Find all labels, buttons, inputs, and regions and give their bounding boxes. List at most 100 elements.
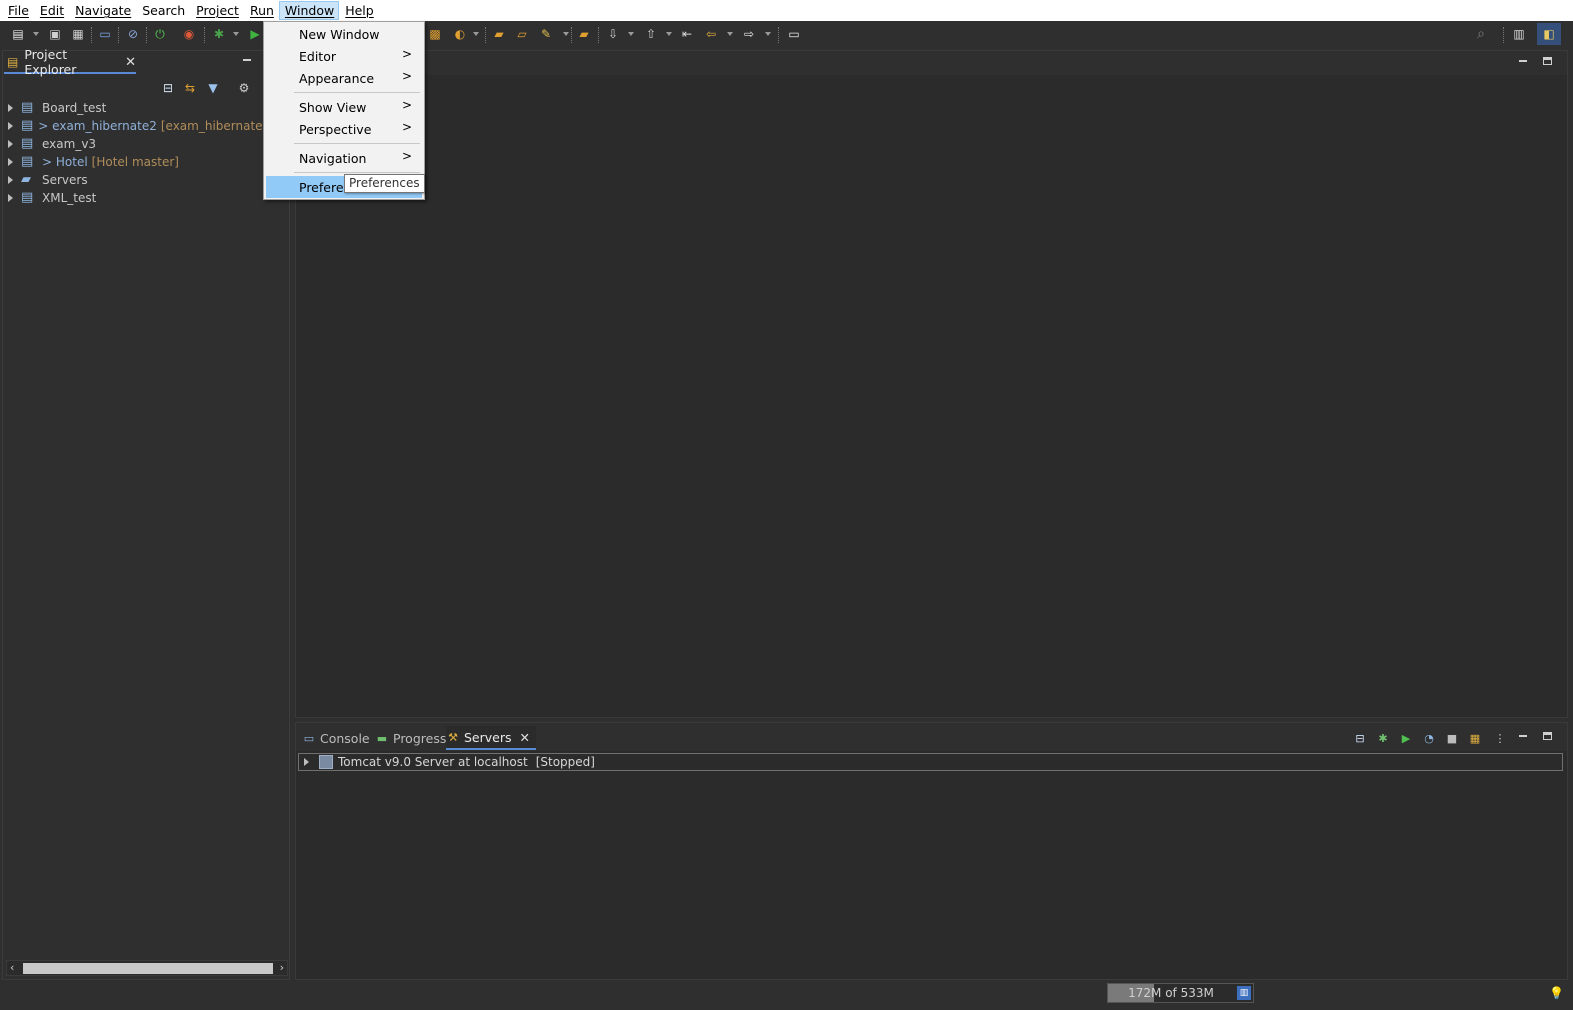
git-icon[interactable]: ◉ [181, 26, 197, 42]
scrollbar-thumb[interactable] [23, 963, 273, 974]
prev-annotation-dropdown-icon[interactable] [666, 32, 672, 36]
tree-item-servers[interactable]: ▰ Servers [4, 171, 288, 189]
horizontal-scrollbar[interactable]: ‹ › [6, 960, 288, 976]
back-icon[interactable]: ⇦ [703, 26, 719, 42]
menu-item-navigation[interactable]: Navigation > [266, 147, 422, 169]
new-class-icon[interactable]: ◐ [452, 26, 468, 42]
heap-status[interactable]: 172M of 533M ▥ [1107, 983, 1254, 1003]
menu-item-editor[interactable]: Editor > [266, 45, 422, 67]
server-row[interactable]: Tomcat v9.0 Server at localhost [Stopped… [298, 753, 1563, 771]
tab-project-explorer[interactable]: ▤ Project Explorer ✕ [4, 47, 136, 77]
editor-header [296, 51, 1567, 75]
scroll-left-icon[interactable]: ‹ [10, 961, 14, 975]
git-prefix: > [42, 155, 56, 169]
run-icon[interactable]: ▶ [247, 26, 263, 42]
search-icon[interactable]: ⌕ [1473, 26, 1489, 42]
prev-annotation-icon[interactable]: ⇧ [643, 26, 659, 42]
filter-icon[interactable]: ▼ [205, 80, 221, 96]
menu-item-perspective[interactable]: Perspective > [266, 118, 422, 140]
close-icon[interactable]: ✕ [125, 55, 136, 70]
collapse-all-icon[interactable]: ⊟ [1353, 731, 1367, 745]
menu-project[interactable]: Project [190, 1, 244, 20]
collapse-all-icon[interactable]: ⊟ [160, 80, 176, 96]
start-server-icon[interactable]: ⏻ [152, 26, 168, 42]
search-toolbar-icon[interactable]: ✎ [538, 26, 554, 42]
project-name: Board_test [42, 101, 107, 115]
minimize-icon[interactable] [243, 59, 251, 61]
menu-help[interactable]: Help [339, 1, 379, 20]
tree-item-exam-v3[interactable]: ▤ exam_v3 [4, 135, 288, 153]
next-annotation-dropdown-icon[interactable] [628, 32, 634, 36]
minimize-icon[interactable] [1519, 735, 1527, 737]
debug-dropdown-icon[interactable] [233, 32, 239, 36]
forward-icon[interactable]: ⇨ [741, 26, 757, 42]
menu-run[interactable]: Run [244, 1, 279, 20]
open-perspective-icon[interactable]: ▥ [1511, 26, 1527, 42]
pin-editor-icon[interactable]: ▭ [786, 26, 802, 42]
expand-icon[interactable] [8, 176, 13, 184]
menu-item-label: Show View [299, 99, 367, 115]
last-edit-icon[interactable]: ⇤ [679, 26, 695, 42]
menu-edit[interactable]: Edit [34, 1, 69, 20]
terminal-icon[interactable]: ▭ [97, 26, 113, 42]
java-ee-perspective-icon[interactable]: ◧ [1537, 23, 1561, 45]
view-menu-icon[interactable]: ⚙ [236, 80, 252, 96]
expand-icon[interactable] [8, 140, 13, 148]
garbage-collect-icon[interactable]: ▥ [1237, 986, 1251, 1000]
link-with-editor-icon[interactable]: ⇆ [182, 80, 198, 96]
menu-item-appearance[interactable]: Appearance > [266, 67, 422, 89]
tree-item-exam-hibernate2[interactable]: ▤ > exam_hibernate2 [exam_hibernate2 mas… [4, 117, 288, 135]
expand-icon[interactable] [8, 104, 13, 112]
tab-progress[interactable]: ▬ Progress [375, 726, 447, 750]
debug-icon[interactable]: ✱ [211, 26, 227, 42]
start-server-icon[interactable]: ▶ [1399, 731, 1413, 745]
new-icon[interactable]: ▤ [10, 26, 26, 42]
open-task-icon[interactable]: ▱ [514, 26, 530, 42]
stop-server-icon[interactable]: ■ [1445, 731, 1459, 745]
project-explorer-view: ▤ Project Explorer ✕ ⊟ ⇆ ▼ ⚙ ▤ Board_tes… [0, 47, 292, 980]
publish-icon[interactable]: ▦ [1468, 731, 1482, 745]
tip-icon[interactable]: 💡 [1549, 986, 1564, 1000]
expand-icon[interactable] [8, 158, 13, 166]
profile-server-icon[interactable]: ◔ [1422, 731, 1436, 745]
expand-icon[interactable] [8, 194, 13, 202]
menu-window[interactable]: Window [278, 1, 340, 20]
close-icon[interactable]: ✕ [520, 730, 530, 745]
menu-search[interactable]: Search [136, 1, 190, 20]
tree-item-board-test[interactable]: ▤ Board_test [4, 99, 288, 117]
save-icon[interactable]: ▣ [47, 26, 63, 42]
save-all-icon[interactable]: ▦ [70, 26, 86, 42]
minimize-icon[interactable] [1519, 60, 1527, 62]
new-package-icon[interactable]: ▩ [427, 26, 443, 42]
new-dropdown-icon[interactable] [33, 32, 39, 36]
menu-navigate[interactable]: Navigate [69, 1, 136, 20]
menu-item-label: Navigation [299, 150, 367, 166]
forward-dropdown-icon[interactable] [765, 32, 771, 36]
tab-label: Progress [393, 730, 447, 746]
back-dropdown-icon[interactable] [727, 32, 733, 36]
view-menu-icon[interactable]: ⋮ [1493, 731, 1507, 745]
scroll-right-icon[interactable]: › [280, 961, 284, 975]
search-dropdown-icon[interactable] [563, 32, 569, 36]
submenu-arrow-icon: > [401, 98, 412, 112]
menu-item-show-view[interactable]: Show View > [266, 96, 422, 118]
maximize-icon[interactable] [1543, 732, 1552, 740]
expand-icon[interactable] [8, 122, 13, 130]
menu-item-label: Appearance [299, 70, 375, 86]
skip-breakpoints-icon[interactable]: ⊘ [125, 26, 141, 42]
debug-server-icon[interactable]: ✱ [1376, 731, 1390, 745]
next-annotation-icon[interactable]: ⇩ [605, 26, 621, 42]
menu-file[interactable]: File [2, 1, 34, 20]
maximize-icon[interactable] [1543, 57, 1552, 65]
expand-icon[interactable] [304, 758, 309, 766]
main-toolbar: ▤ ▣ ▦ ▭ ⊘ ⏻ ◉ ✱ ▶ ▩ ◐ ▰ ▱ ✎ ▰ ⇩ ⇧ ⇤ ⇦ ⇨ … [0, 21, 1573, 49]
tree-item-xml-test[interactable]: ▤ XML_test [4, 189, 288, 207]
tab-console[interactable]: ▭ Console [302, 726, 370, 750]
menu-item-new-window[interactable]: New Window [266, 23, 422, 45]
tab-servers[interactable]: ⚒ Servers ✕ [446, 726, 536, 750]
new-class-dropdown-icon[interactable] [473, 32, 479, 36]
open-type-icon[interactable]: ▰ [491, 26, 507, 42]
git-project-icon: ▤ [21, 154, 34, 169]
tree-item-hotel[interactable]: ▤ > Hotel [Hotel master] [4, 153, 288, 171]
open-folder-icon[interactable]: ▰ [576, 26, 592, 42]
